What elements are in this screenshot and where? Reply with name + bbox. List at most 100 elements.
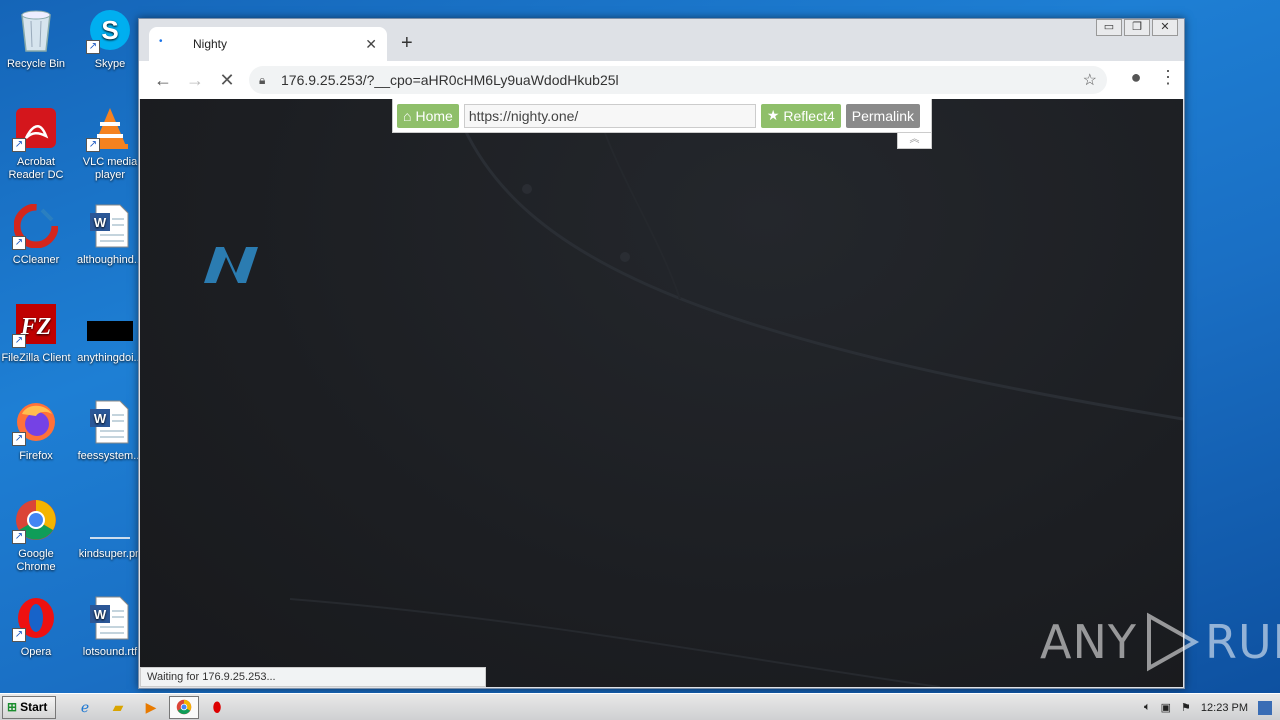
play-logo-icon bbox=[1146, 612, 1200, 672]
desktop-icon-feessystem[interactable]: W feessystem... bbox=[74, 398, 146, 463]
network-icon[interactable]: ▣ bbox=[1161, 701, 1171, 714]
address-bar[interactable]: 🔒︎ 176.9.25.253/?__cpo=aHR0cHM6Ly9uaWdod… bbox=[249, 66, 1107, 94]
proxy-url-input[interactable] bbox=[463, 103, 756, 128]
back-button[interactable]: ← bbox=[147, 70, 179, 91]
browser-toolbar: ← → ✕ 🔒︎ 176.9.25.253/?__cpo=aHR0cHM6Ly9… bbox=[139, 61, 1184, 99]
ie-icon: ℯ bbox=[80, 698, 90, 715]
desktop-icon-chrome[interactable]: ↗ Google Chrome bbox=[0, 496, 72, 574]
desktop-icon-label: Acrobat Reader DC bbox=[8, 156, 64, 181]
media-player-icon: ▶ bbox=[145, 698, 157, 715]
lock-icon: 🔒︎ bbox=[259, 72, 266, 87]
system-tray: 🔈︎ ▣ ⚑ 12:23 PM bbox=[1144, 694, 1280, 720]
desktop-icon-label: lotsound.rtf bbox=[82, 646, 138, 658]
desktop-icon-label: CCleaner bbox=[12, 254, 60, 266]
taskbar-ie[interactable]: ℯ bbox=[70, 696, 100, 719]
browser-window: ▭ ❐ ✕ • Nighty ✕ + ← → ✕ 🔒︎ 176.9.25.253… bbox=[138, 18, 1185, 689]
svg-text:W: W bbox=[94, 215, 107, 230]
word-document-icon: W bbox=[86, 594, 134, 642]
desktop-icon-label: kindsuper.pn bbox=[78, 548, 142, 560]
vlc-icon: ↗ bbox=[86, 104, 134, 152]
desktop-icon-label: Google Chrome bbox=[16, 548, 56, 573]
tab-title: Nighty bbox=[193, 37, 228, 51]
taskbar: ⊞ Start ℯ ▰ ▶ ⬮ 🔈︎ ▣ ⚑ 12:23 PM bbox=[0, 693, 1280, 720]
filezilla-icon: FZ ↗ bbox=[12, 300, 60, 348]
new-tab-button[interactable]: + bbox=[401, 32, 413, 55]
shortcut-arrow-icon: ↗ bbox=[12, 432, 26, 446]
clock[interactable]: 12:23 PM bbox=[1201, 702, 1248, 714]
word-document-icon: W bbox=[86, 202, 134, 250]
home-label: Home bbox=[415, 107, 453, 124]
volume-icon[interactable]: 🔈︎ bbox=[1144, 701, 1151, 714]
desktop-icon-anythingdoi[interactable]: anythingdoi... bbox=[74, 300, 146, 365]
browser-tab[interactable]: • Nighty ✕ bbox=[149, 27, 387, 61]
reflect-label: Reflect4 bbox=[783, 107, 835, 124]
taskbar-media-player[interactable]: ▶ bbox=[136, 696, 166, 719]
desktop-icon-label: Opera bbox=[20, 646, 52, 658]
shortcut-arrow-icon: ↗ bbox=[86, 40, 100, 54]
desktop-icon-lotsound[interactable]: W lotsound.rtf bbox=[74, 594, 146, 659]
loading-favicon-icon: • bbox=[159, 36, 163, 47]
anyrun-watermark: ANY RUN bbox=[1040, 612, 1280, 672]
close-tab-icon[interactable]: ✕ bbox=[365, 36, 377, 53]
home-icon: ⌂ bbox=[403, 107, 412, 124]
chrome-icon: ↗ bbox=[12, 496, 60, 544]
home-button[interactable]: ⌂ Home bbox=[397, 103, 459, 128]
flag-icon[interactable]: ⚑ bbox=[1181, 701, 1191, 714]
shortcut-arrow-icon: ↗ bbox=[12, 138, 26, 152]
profile-icon[interactable]: ● bbox=[1120, 67, 1152, 88]
status-bubble: Waiting for 176.9.25.253... bbox=[140, 667, 486, 687]
background-curves bbox=[289, 118, 1183, 687]
opera-icon: ↗ bbox=[12, 594, 60, 642]
watermark-text-left: ANY bbox=[1040, 615, 1137, 669]
svg-text:W: W bbox=[94, 411, 107, 426]
bookmark-star-icon[interactable]: ☆ bbox=[1083, 70, 1097, 90]
watermark-text-right: RUN bbox=[1204, 615, 1280, 669]
desktop-icon-label: althoughind... bbox=[76, 254, 144, 266]
reflect-button[interactable]: ★ Reflect4 bbox=[760, 103, 841, 128]
minimize-button[interactable]: ▭ bbox=[1096, 19, 1122, 36]
shortcut-arrow-icon: ↗ bbox=[12, 236, 26, 250]
start-button[interactable]: ⊞ Start bbox=[2, 695, 56, 719]
desktop-icon-vlc[interactable]: ↗ VLC media player bbox=[74, 104, 146, 182]
folder-icon: ▰ bbox=[112, 698, 124, 715]
menu-icon[interactable]: ⋮ bbox=[1152, 67, 1184, 88]
svg-text:W: W bbox=[94, 607, 107, 622]
desktop-icon-acrobat[interactable]: ↗ Acrobat Reader DC bbox=[0, 104, 72, 182]
shortcut-arrow-icon: ↗ bbox=[86, 138, 100, 152]
desktop-icon-skype[interactable]: S ↗ Skype bbox=[74, 6, 146, 71]
desktop-icon-kindsuper[interactable]: kindsuper.pn bbox=[74, 496, 146, 561]
toolbar-right: ● ⋮ bbox=[1120, 67, 1184, 88]
desktop-icon-ccleaner[interactable]: ↗ CCleaner bbox=[0, 202, 72, 267]
restore-button[interactable]: ❐ bbox=[1124, 19, 1150, 36]
window-controls: ▭ ❐ ✕ bbox=[1094, 19, 1178, 36]
taskbar-chrome[interactable] bbox=[169, 695, 199, 719]
address-url[interactable]: 176.9.25.253/?__cpo=aHR0cHM6Ly9uaWdodHku… bbox=[281, 72, 619, 88]
permalink-button[interactable]: Permalink bbox=[845, 103, 920, 128]
collapse-toolbar-icon[interactable]: ︽ bbox=[897, 133, 932, 149]
nighty-logo bbox=[200, 239, 264, 294]
desktop-icon-firefox[interactable]: ↗ Firefox bbox=[0, 398, 72, 463]
close-window-button[interactable]: ✕ bbox=[1152, 19, 1178, 36]
stop-loading-button[interactable]: ✕ bbox=[211, 70, 243, 91]
taskbar-opera[interactable]: ⬮ bbox=[202, 696, 232, 719]
desktop-icon-opera[interactable]: ↗ Opera bbox=[0, 594, 72, 659]
desktop-icon-label: Recycle Bin bbox=[6, 58, 66, 70]
desktop-icon-label: VLC media player bbox=[82, 156, 138, 181]
shortcut-arrow-icon: ↗ bbox=[12, 334, 26, 348]
taskbar-explorer[interactable]: ▰ bbox=[103, 696, 133, 719]
desktop-icon-label: anythingdoi... bbox=[77, 352, 143, 364]
desktop-icon-filezilla[interactable]: FZ ↗ FileZilla Client bbox=[0, 300, 72, 365]
recycle-bin-icon bbox=[12, 6, 60, 54]
desktop-icon-recycle-bin[interactable]: Recycle Bin bbox=[0, 6, 72, 71]
blank-file-icon bbox=[86, 496, 134, 544]
acrobat-icon: ↗ bbox=[12, 104, 60, 152]
firefox-icon: ↗ bbox=[12, 398, 60, 446]
desktop-icon-althoughind[interactable]: W althoughind... bbox=[74, 202, 146, 267]
skype-icon: S ↗ bbox=[86, 6, 134, 54]
black-file-icon bbox=[86, 300, 134, 348]
forward-button[interactable]: → bbox=[179, 70, 211, 91]
desktop-icon-label: FileZilla Client bbox=[1, 352, 71, 364]
show-desktop-icon[interactable] bbox=[1258, 700, 1272, 715]
desktop-icon-label: Skype bbox=[94, 58, 126, 70]
ccleaner-icon: ↗ bbox=[12, 202, 60, 250]
